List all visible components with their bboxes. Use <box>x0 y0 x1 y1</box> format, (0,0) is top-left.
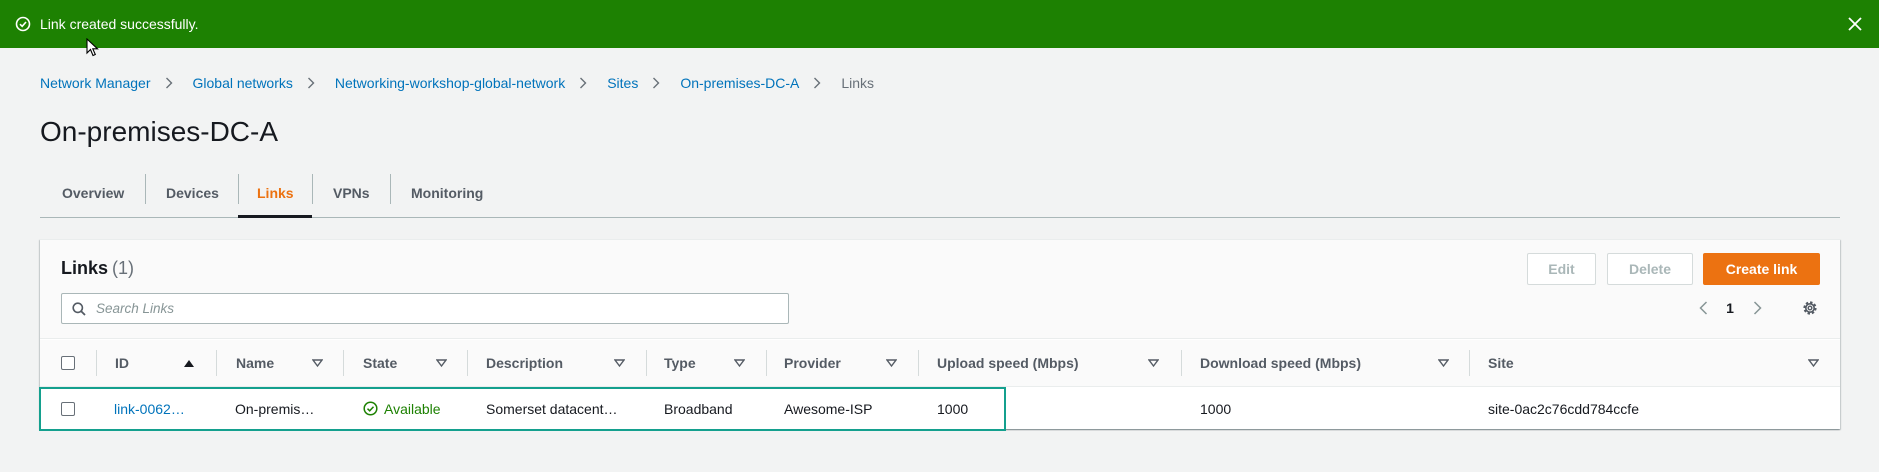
link-name: On-premis… <box>235 400 315 417</box>
links-table-header: Links(1) Edit Delete Create link 1 <box>40 240 1840 339</box>
column-label-id: ID <box>115 355 129 371</box>
chevron-right-icon <box>652 77 663 89</box>
sort-icon[interactable] <box>1438 340 1449 386</box>
status-label: Available <box>384 400 441 417</box>
sort-icon[interactable] <box>734 340 745 386</box>
close-icon[interactable] <box>1845 14 1865 34</box>
breadcrumb-sites[interactable]: Sites <box>607 75 638 91</box>
edit-button[interactable]: Edit <box>1527 253 1596 285</box>
chevron-right-icon <box>307 77 318 89</box>
status-badge: Available <box>363 388 441 429</box>
links-count: (1) <box>112 258 135 278</box>
column-header-upload-speed[interactable]: Upload speed (Mbps) <box>937 340 1079 386</box>
breadcrumb-network-manager[interactable]: Network Manager <box>40 75 151 91</box>
chevron-right-icon <box>165 77 176 89</box>
link-type: Broadband <box>664 400 733 417</box>
sort-icon[interactable] <box>312 340 323 386</box>
breadcrumb-global-network[interactable]: Networking-workshop-global-network <box>335 75 565 91</box>
sort-icon[interactable] <box>1148 340 1159 386</box>
column-header-name[interactable]: Name <box>236 340 274 386</box>
column-header-download-speed[interactable]: Download speed (Mbps) <box>1200 340 1361 386</box>
links-heading: Links (1) <box>61 258 134 279</box>
column-label-upload-speed: Upload speed (Mbps) <box>937 355 1079 371</box>
tab-links[interactable]: Links <box>238 168 312 218</box>
column-header-site[interactable]: Site <box>1488 340 1514 386</box>
sort-icon[interactable] <box>886 340 897 386</box>
column-label-download-speed: Download speed (Mbps) <box>1200 355 1361 371</box>
column-header-state[interactable]: State <box>363 340 397 386</box>
status-available-icon <box>363 401 378 416</box>
gear-icon[interactable] <box>1801 299 1819 317</box>
page-number[interactable]: 1 <box>1711 300 1749 316</box>
sort-icon[interactable] <box>436 340 447 386</box>
sort-icon[interactable] <box>614 340 625 386</box>
table-header-row: ID Name State Description Type Provider … <box>40 340 1840 387</box>
breadcrumb-global-networks[interactable]: Global networks <box>193 75 293 91</box>
create-link-button[interactable]: Create link <box>1703 253 1820 285</box>
link-site: site-0ac2c76cdd784ccfe <box>1488 400 1639 417</box>
tab-monitoring[interactable]: Monitoring <box>390 168 500 217</box>
breadcrumb-site[interactable]: On-premises-DC-A <box>680 75 799 91</box>
tab-overview[interactable]: Overview <box>40 168 145 217</box>
table-row[interactable]: link-0062… On-premis… Available Somerset… <box>40 388 1840 429</box>
link-download-speed: 1000 <box>1200 400 1232 417</box>
sort-ascending-icon[interactable] <box>183 340 195 386</box>
pagination: 1 <box>1695 300 1765 316</box>
column-label-site: Site <box>1488 355 1514 371</box>
links-table-container: Links(1) Edit Delete Create link 1 <box>40 239 1840 429</box>
column-header-description[interactable]: Description <box>486 340 563 386</box>
link-id[interactable]: link-0062… <box>114 401 185 417</box>
link-provider: Awesome-ISP <box>784 400 873 417</box>
links-heading-label: Links <box>61 258 109 278</box>
column-header-id[interactable]: ID <box>115 340 129 386</box>
tab-vpns[interactable]: VPNs <box>312 168 390 217</box>
search-box <box>61 293 789 324</box>
search-icon <box>72 301 86 316</box>
column-header-type[interactable]: Type <box>664 340 696 386</box>
column-label-type: Type <box>664 355 696 371</box>
column-label-state: State <box>363 355 398 371</box>
flash-message: Link created successfully. <box>40 16 199 32</box>
sort-icon[interactable] <box>1808 340 1819 386</box>
column-header-provider[interactable]: Provider <box>784 340 841 386</box>
column-label-provider: Provider <box>784 355 841 371</box>
column-label-name: Name <box>236 355 275 371</box>
chevron-right-icon[interactable] <box>1749 300 1765 316</box>
link-description: Somerset datacent… <box>486 400 618 417</box>
search-input[interactable] <box>96 301 776 316</box>
chevron-left-icon[interactable] <box>1695 300 1711 316</box>
page-title: On-premises-DC-A <box>40 116 279 147</box>
chevron-right-icon <box>813 77 824 89</box>
chevron-right-icon <box>579 77 590 89</box>
mouse-cursor-icon <box>86 37 100 58</box>
breadcrumb-current: Links <box>841 75 875 91</box>
success-flash-banner: Link created successfully. <box>0 0 1879 48</box>
success-check-icon <box>15 16 31 32</box>
breadcrumb: Network Manager Global networks Networki… <box>40 75 874 91</box>
tab-devices[interactable]: Devices <box>145 168 238 217</box>
row-select-checkbox[interactable] <box>61 388 75 429</box>
column-label-description: Description <box>486 355 564 371</box>
link-upload-speed: 1000 <box>937 400 969 417</box>
tab-bar: Overview Devices Links VPNs Monitoring <box>40 168 1840 218</box>
select-all-checkbox[interactable] <box>61 340 75 386</box>
delete-button[interactable]: Delete <box>1607 253 1693 285</box>
